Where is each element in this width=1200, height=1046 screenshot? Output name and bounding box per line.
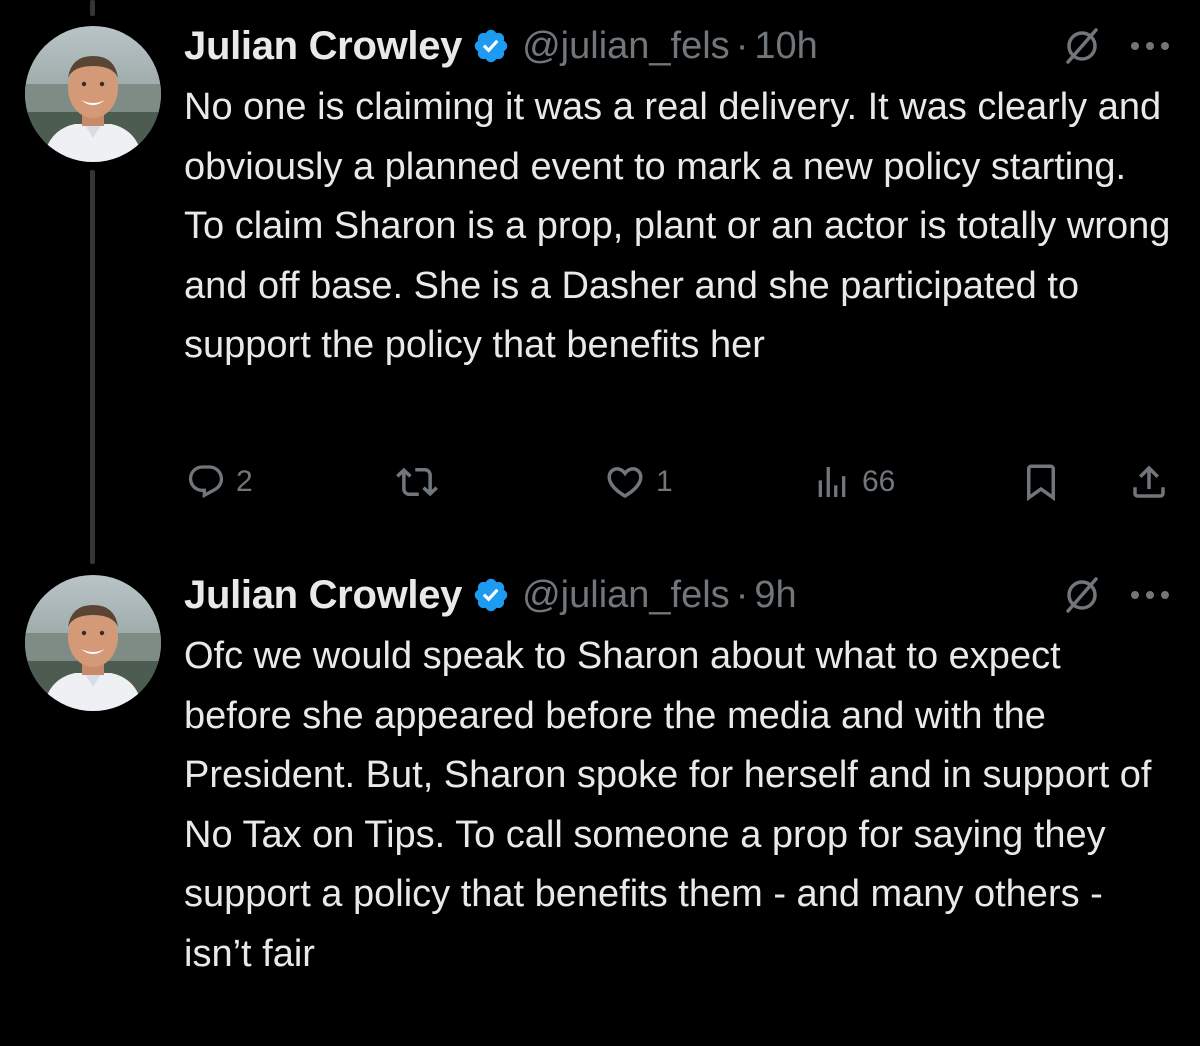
tweet-actions: 2 1 66 <box>0 452 1200 512</box>
share-button[interactable] <box>1128 452 1170 512</box>
like-button[interactable]: 1 <box>604 452 673 512</box>
like-icon <box>604 461 646 503</box>
tweet[interactable]: Julian Crowley @julian_fels · 9h Ofc we … <box>0 567 1200 1046</box>
reply-icon <box>186 462 226 502</box>
timestamp[interactable]: 10h <box>754 25 817 68</box>
author-name[interactable]: Julian Crowley <box>184 573 462 618</box>
verified-badge-icon[interactable] <box>472 576 510 614</box>
tweet[interactable]: Julian Crowley @julian_fels · 10h No one… <box>0 18 1200 518</box>
retweet-icon <box>396 461 438 503</box>
more-icon[interactable] <box>1128 585 1172 605</box>
timestamp[interactable]: 9h <box>754 574 796 617</box>
author-handle[interactable]: @julian_fels <box>522 25 730 68</box>
separator-dot: · <box>735 573 749 616</box>
tweet-text: No one is claiming it was a real deliver… <box>184 86 1181 366</box>
grok-icon[interactable] <box>1062 26 1102 66</box>
avatar[interactable] <box>25 575 161 711</box>
retweet-button[interactable] <box>396 452 448 512</box>
bookmark-button[interactable] <box>1020 452 1062 512</box>
tweet-header: Julian Crowley @julian_fels · 9h <box>184 567 797 623</box>
like-count: 1 <box>656 465 673 498</box>
author-name[interactable]: Julian Crowley <box>184 24 462 69</box>
author-handle[interactable]: @julian_fels <box>522 574 730 617</box>
reply-count: 2 <box>236 465 253 498</box>
separator-dot: · <box>735 24 749 67</box>
tweet-text: Ofc we would speak to Sharon about what … <box>184 635 1163 975</box>
more-icon[interactable] <box>1128 36 1172 56</box>
verified-badge-icon[interactable] <box>472 27 510 65</box>
grok-icon[interactable] <box>1062 575 1102 615</box>
share-icon <box>1128 461 1170 503</box>
views-button[interactable]: 66 <box>812 452 895 512</box>
avatar[interactable] <box>25 26 161 162</box>
views-count: 66 <box>862 465 896 498</box>
thread-line-top <box>90 0 95 16</box>
views-icon <box>812 462 852 502</box>
tweet-header: Julian Crowley @julian_fels · 10h <box>184 18 818 74</box>
bookmark-icon <box>1020 461 1062 503</box>
reply-button[interactable]: 2 <box>186 452 253 512</box>
